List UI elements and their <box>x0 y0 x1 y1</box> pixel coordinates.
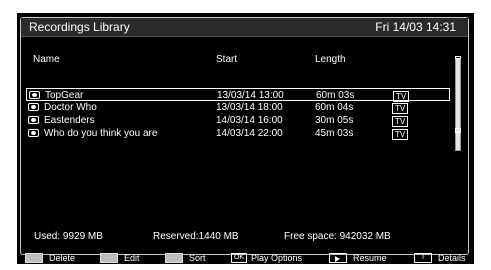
recording-name: Eastenders <box>44 115 95 126</box>
list-item[interactable]: Doctor Who 13/03/14 18:00 60m 04s TV <box>26 101 450 114</box>
eye-icon <box>28 103 39 111</box>
tv-badge: TV <box>392 103 409 114</box>
recording-name: Who do you think you are <box>44 128 158 139</box>
yellow-key-icon <box>165 253 183 263</box>
recording-name: Doctor Who <box>44 102 97 113</box>
column-header-start: Start <box>216 54 238 65</box>
scrollbar-track[interactable] <box>455 58 461 151</box>
eye-icon <box>28 129 39 137</box>
recording-start: 14/03/14 22:00 <box>216 128 283 139</box>
free-space: Free space: 942032 MB <box>284 231 391 242</box>
column-header-length: Length <box>315 54 346 65</box>
reserved-space: Reserved:1440 MB <box>153 231 239 242</box>
info-key-icon: i <box>414 253 432 263</box>
list-item[interactable]: Eastenders 14/03/14 16:00 30m 05s TV <box>26 114 450 127</box>
screen: Recordings Library Fri 14/03 14:31 Name … <box>17 13 474 264</box>
red-key-icon <box>25 253 43 263</box>
tv-badge: TV <box>392 116 409 127</box>
scrollbar-top-cap <box>455 56 461 59</box>
resume-label: Resume <box>353 253 387 263</box>
play-options-label: Play Options <box>251 253 303 263</box>
sort-label: Sort <box>189 253 206 263</box>
recording-start: 13/03/14 18:00 <box>216 102 283 113</box>
scrollbar-thumb[interactable] <box>455 128 461 133</box>
date-time: Fri 14/03 14:31 <box>375 20 456 34</box>
recordings-library-window: Recordings Library Fri 14/03 14:31 Name … <box>20 17 469 255</box>
used-space: Used: 9929 MB <box>34 231 103 242</box>
eye-icon <box>29 91 40 99</box>
recording-start: 14/03/14 16:00 <box>216 115 283 126</box>
column-header-name: Name <box>33 54 60 65</box>
delete-label: Delete <box>49 253 76 263</box>
recording-length: 60m 04s <box>315 102 354 113</box>
eye-icon <box>28 116 39 124</box>
ok-key-icon: OK <box>231 253 247 263</box>
list-item[interactable]: Who do you think you are 14/03/14 22:00 45… <box>26 127 450 140</box>
play-icon <box>329 253 347 263</box>
details-label: Details <box>438 253 466 263</box>
recording-length: 30m 05s <box>315 115 354 126</box>
button-bar: Delete Edit Sort OK Play Options Resume … <box>17 252 474 264</box>
tv-badge: TV <box>392 129 409 140</box>
window-title: Recordings Library <box>29 20 130 34</box>
title-bar: Recordings Library Fri 14/03 14:31 <box>21 18 468 37</box>
recording-length: 45m 03s <box>315 128 354 139</box>
list-item[interactable]: TopGear 13/03/14 13:00 60m 03s TV <box>26 88 450 102</box>
edit-label: Edit <box>124 253 140 263</box>
green-key-icon <box>100 253 118 263</box>
